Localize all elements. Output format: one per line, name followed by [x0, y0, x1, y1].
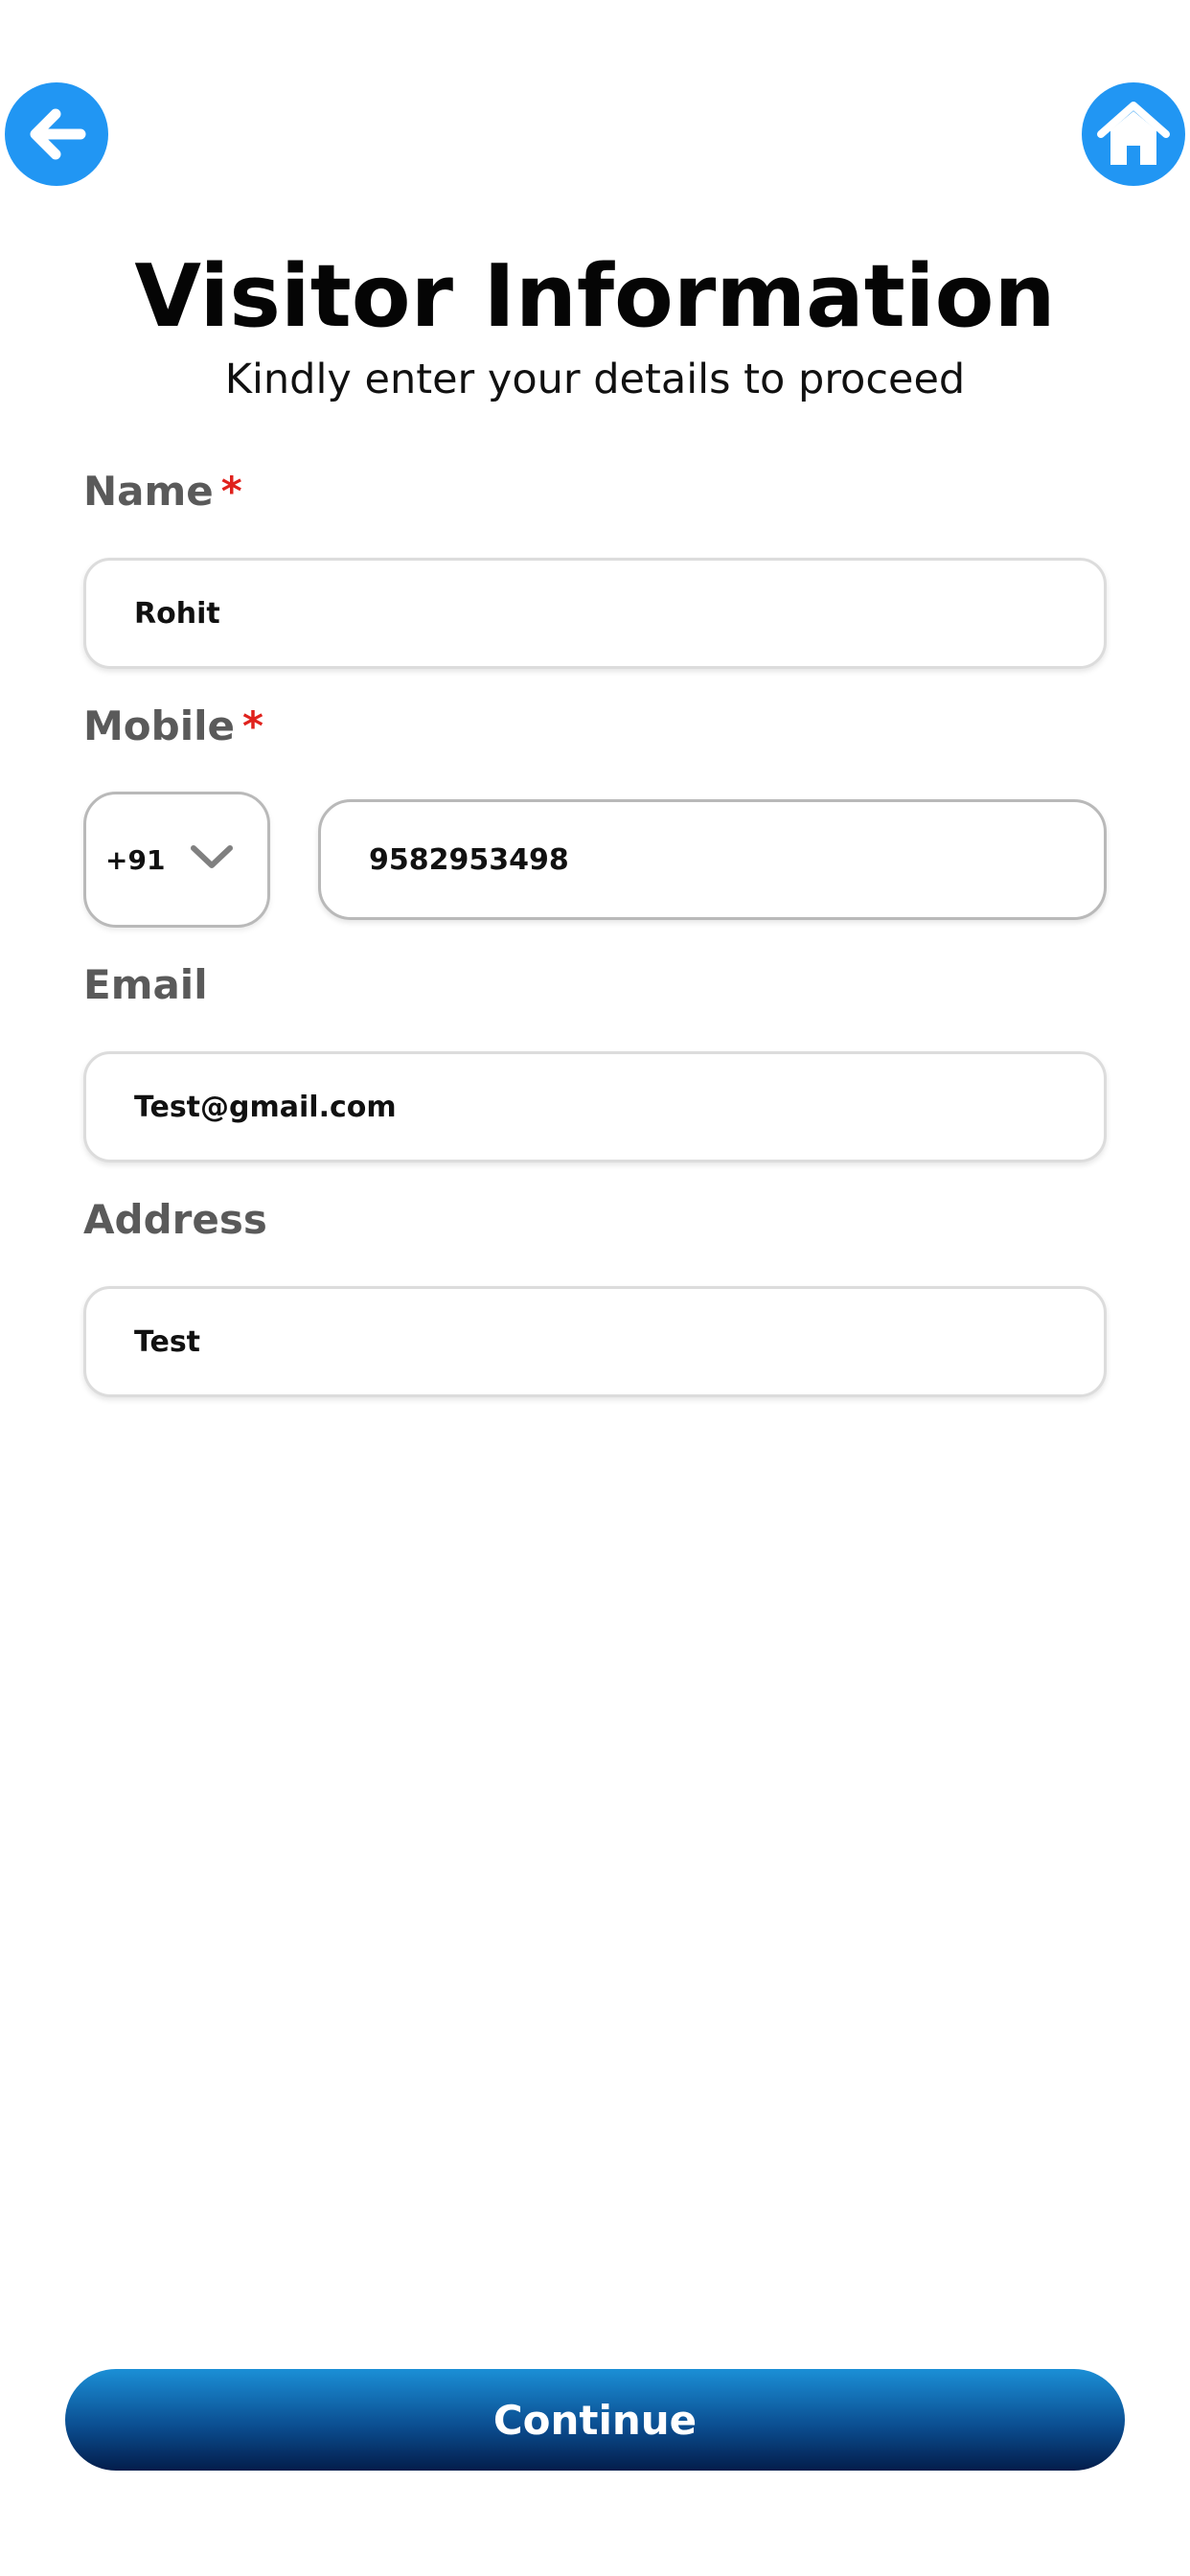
chevron-down-icon: [191, 845, 233, 868]
required-mark: *: [242, 702, 263, 749]
mobile-input[interactable]: 9582953498: [318, 799, 1107, 920]
name-input-value: Rohit: [134, 596, 220, 631]
mobile-input-value: 9582953498: [369, 842, 569, 877]
email-label: Email: [83, 958, 208, 1012]
address-label: Address: [83, 1193, 267, 1247]
home-icon: [1097, 102, 1170, 165]
name-input[interactable]: Rohit: [83, 558, 1107, 669]
address-label-text: Address: [83, 1196, 267, 1243]
continue-button[interactable]: Continue: [65, 2369, 1125, 2471]
country-code-value: +91: [105, 843, 166, 876]
email-input[interactable]: Test@gmail.com: [83, 1051, 1107, 1162]
name-label-text: Name: [83, 468, 214, 515]
country-code-select[interactable]: +91: [83, 792, 270, 928]
email-input-value: Test@gmail.com: [134, 1090, 397, 1124]
address-input[interactable]: Test: [83, 1286, 1107, 1397]
address-input-value: Test: [134, 1324, 201, 1359]
back-button[interactable]: [5, 82, 108, 186]
arrow-left-icon: [30, 108, 86, 160]
name-label: Name *: [83, 465, 242, 518]
email-label-text: Email: [83, 961, 208, 1008]
mobile-label: Mobile *: [83, 700, 263, 753]
page-subtitle: Kindly enter your details to proceed: [224, 356, 966, 403]
home-button[interactable]: [1082, 82, 1185, 186]
required-mark: *: [220, 468, 242, 515]
page-title: Visitor Information: [134, 246, 1056, 347]
mobile-label-text: Mobile: [83, 702, 235, 749]
